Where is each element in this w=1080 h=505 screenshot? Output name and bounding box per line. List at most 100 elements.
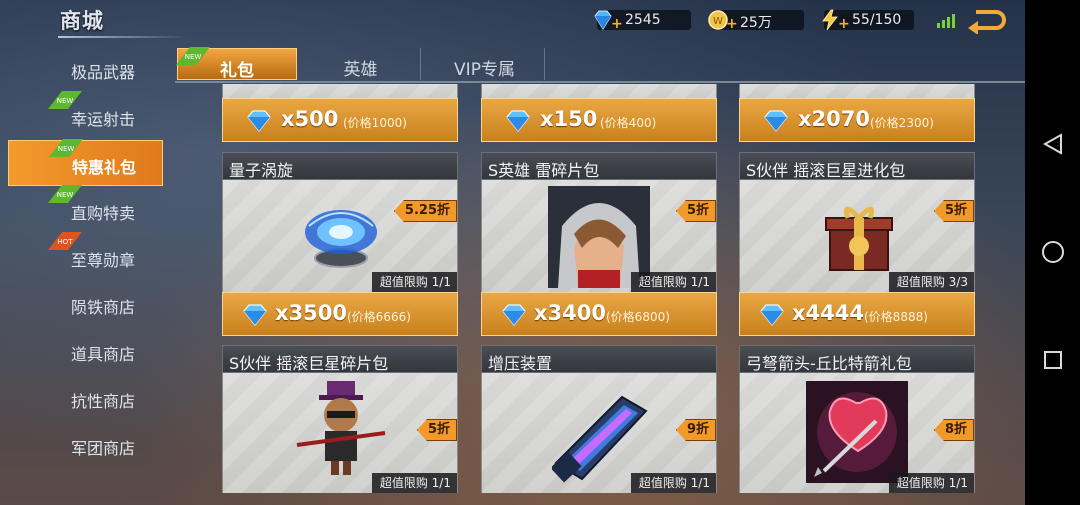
sidebar-item-supreme-medal[interactable]: HOT 至尊勋章 — [8, 232, 163, 280]
add-energy-icon[interactable]: + — [838, 16, 850, 32]
product-card[interactable]: x150 (价格400) — [481, 84, 717, 144]
price-quantity: x500 — [281, 107, 339, 131]
diamond-icon — [502, 304, 526, 326]
diamond-icon — [506, 110, 530, 132]
original-price: (价格6666) — [347, 310, 411, 324]
rockstar-bear-image — [296, 381, 386, 475]
energy-count: 55/150 — [852, 12, 902, 28]
product-name: 量子涡旋 — [229, 161, 294, 180]
svg-text:W: W — [713, 16, 723, 27]
discount-badge: 8折 — [933, 419, 974, 441]
original-price: (价格8888) — [864, 310, 928, 324]
tab-label: 英雄 — [343, 60, 378, 80]
sidebar-item-lucky-shot[interactable]: NEW 幸运射击 — [8, 91, 163, 139]
tab-bar: NEW 礼包 英雄 VIP专属 — [175, 44, 1025, 82]
product-card-quantum-vortex[interactable]: 量子涡旋 5.25折 超值限购 1/1 x3500 (价格6666) — [222, 152, 458, 336]
card-header: S英雄 雷碎片包 — [481, 152, 717, 180]
sidebar-item-label: 幸运射击 — [71, 110, 136, 129]
svg-text:NEW: NEW — [57, 97, 74, 105]
category-sidebar: 极品武器 NEW 幸运射击 NEW 特惠礼包 NEW 直购特卖 HOT 至尊勋章… — [0, 44, 175, 505]
price-quantity: x2070 — [798, 107, 870, 131]
sidebar-item-label: 极品武器 — [71, 63, 136, 82]
svg-text:NEW: NEW — [57, 191, 74, 199]
title-underline — [58, 36, 188, 38]
product-name: S伙伴 摇滚巨星进化包 — [746, 161, 906, 180]
cupid-arrow-image — [806, 381, 908, 483]
nav-home-button[interactable] — [1039, 238, 1067, 266]
add-gold-icon[interactable]: + — [726, 16, 738, 32]
sidebar-item-label: 道具商店 — [71, 345, 136, 364]
product-card-cupid-arrow-pack[interactable]: 弓弩箭头-丘比特箭礼包 8折 超值限购 1/1 — [739, 345, 975, 505]
product-card-rockstar-fragment-pack[interactable]: S伙伴 摇滚巨星碎片包 5折 超值限购 1/1 — [222, 345, 458, 505]
tab-heroes[interactable]: 英雄 — [301, 48, 421, 80]
game-screen: 商城 + 2545 W + 25万 + 55/150 极品武器 NEW 幸运射击… — [0, 0, 1025, 505]
product-card-booster-device[interactable]: 增压装置 9折 超值限购 1/1 — [481, 345, 717, 505]
gift-box-image — [825, 206, 893, 271]
sidebar-item-direct-sale[interactable]: NEW 直购特卖 — [8, 185, 163, 233]
top-bar: 商城 + 2545 W + 25万 + 55/150 — [0, 0, 1025, 44]
page-title: 商城 — [60, 9, 104, 33]
system-navigation-bar — [1025, 0, 1080, 505]
add-diamond-icon[interactable]: + — [611, 16, 623, 32]
original-price: (价格2300) — [870, 116, 934, 130]
gold-balance[interactable]: W + 25万 — [708, 10, 804, 32]
gold-count: 25万 — [740, 15, 772, 31]
buy-button[interactable]: x150 (价格400) — [481, 98, 717, 142]
purchase-limit: 超值限购 3/3 — [888, 272, 974, 292]
original-price: (价格1000) — [343, 116, 407, 130]
product-card[interactable]: x500 (价格1000) — [222, 84, 458, 144]
tab-vip[interactable]: VIP专属 — [425, 48, 545, 80]
tab-packs[interactable]: NEW 礼包 — [176, 47, 297, 81]
diamond-count: 2545 — [625, 12, 661, 28]
nav-home-icon — [1042, 241, 1064, 263]
booster-device-image — [552, 395, 648, 483]
sidebar-item-special-packs[interactable]: NEW 特惠礼包 — [8, 139, 163, 186]
product-name: 增压装置 — [488, 354, 553, 373]
signal-icon — [937, 14, 955, 28]
buy-button[interactable]: x4444 (价格8888) — [739, 292, 975, 336]
buy-button[interactable]: x3500 (价格6666) — [222, 292, 458, 336]
sidebar-item-label: 抗性商店 — [71, 392, 136, 411]
purchase-limit: 超值限购 1/1 — [371, 272, 457, 292]
diamond-icon — [760, 304, 784, 326]
card-header: S伙伴 摇滚巨星进化包 — [739, 152, 975, 180]
back-arrow-icon[interactable] — [966, 6, 1006, 34]
discount-badge: 5折 — [933, 200, 974, 222]
card-body: 8折 超值限购 1/1 — [739, 373, 975, 493]
card-body: 5折 超值限购 1/1 — [481, 180, 717, 292]
product-name: 弓弩箭头-丘比特箭礼包 — [746, 354, 912, 373]
purchase-limit: 超值限购 1/1 — [888, 473, 974, 493]
buy-button[interactable]: x3400 (价格6800) — [481, 292, 717, 336]
diamond-icon — [247, 110, 271, 132]
card-body: 9折 超值限购 1/1 — [481, 373, 717, 493]
nav-back-button[interactable] — [1039, 130, 1067, 158]
discount-badge: 5.25折 — [393, 200, 457, 222]
product-card[interactable]: x2070 (价格2300) — [739, 84, 975, 144]
product-name: S英雄 雷碎片包 — [488, 161, 600, 180]
diamond-balance[interactable]: + 2545 — [594, 10, 691, 32]
discount-badge: 5折 — [416, 419, 457, 441]
card-header: 弓弩箭头-丘比特箭礼包 — [739, 345, 975, 373]
sidebar-item-legion-shop[interactable]: 军团商店 — [8, 422, 163, 468]
card-header: 量子涡旋 — [222, 152, 458, 180]
nav-recents-button[interactable] — [1039, 346, 1067, 374]
purchase-limit: 超值限购 1/1 — [630, 272, 716, 292]
tab-label: VIP专属 — [454, 60, 515, 80]
nav-back-icon — [1043, 133, 1062, 155]
product-card-hero-fragment-pack[interactable]: S英雄 雷碎片包 5折 超值限购 1/1 x3400 (价格6800) — [481, 152, 717, 336]
sidebar-item-premium-weapons[interactable]: 极品武器 — [8, 46, 163, 92]
svg-text:HOT: HOT — [57, 238, 73, 246]
sidebar-item-item-shop[interactable]: 道具商店 — [8, 328, 163, 374]
energy-balance[interactable]: + 55/150 — [822, 9, 914, 32]
card-body: 5折 超值限购 1/1 — [222, 373, 458, 493]
buy-button[interactable]: x500 (价格1000) — [222, 98, 458, 142]
sidebar-item-resistance-shop[interactable]: 抗性商店 — [8, 375, 163, 421]
diamond-icon — [243, 304, 267, 326]
product-grid: x500 (价格1000) x150 (价格400) x2070 (价格2300… — [175, 84, 1025, 505]
buy-button[interactable]: x2070 (价格2300) — [739, 98, 975, 142]
discount-badge: 5折 — [675, 200, 716, 222]
diamond-icon — [764, 110, 788, 132]
product-card-rockstar-evolution-pack[interactable]: S伙伴 摇滚巨星进化包 5折 超值限购 3/3 x4444 (价格8888) — [739, 152, 975, 336]
sidebar-item-meteor-shop[interactable]: 陨铁商店 — [8, 281, 163, 327]
nav-recents-icon — [1044, 351, 1062, 369]
